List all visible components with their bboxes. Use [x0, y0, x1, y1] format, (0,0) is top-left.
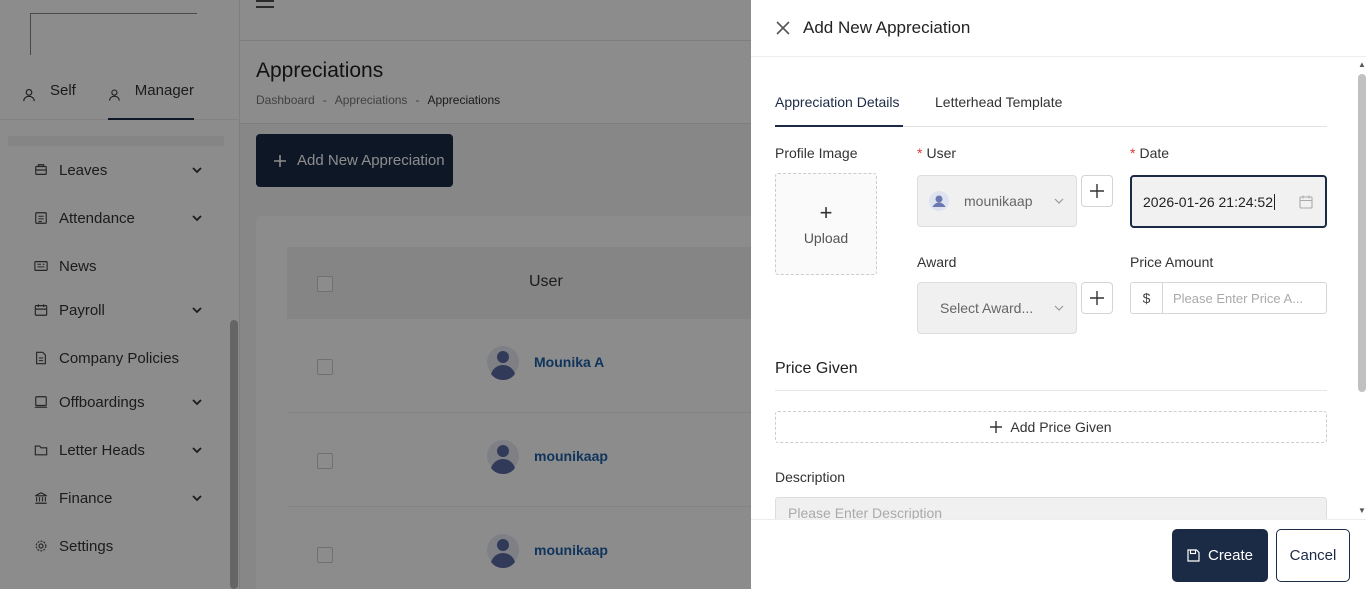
upload-label: Upload [803, 230, 849, 246]
user-avatar-icon [929, 191, 949, 211]
drawer-tabs: Appreciation Details Letterhead Template [775, 94, 1327, 127]
tab-appreciation-details[interactable]: Appreciation Details [775, 94, 903, 127]
award-select-placeholder: Select Award... [940, 300, 1034, 316]
profile-image-label: Profile Image [775, 145, 858, 161]
price-amount-label: Price Amount [1130, 254, 1214, 270]
drawer-title: Add New Appreciation [803, 18, 971, 37]
cancel-button[interactable]: Cancel [1276, 529, 1350, 582]
add-price-given-label: Add Price Given [1010, 419, 1112, 435]
drawer-footer: Create Cancel [751, 519, 1366, 589]
scroll-down-icon[interactable]: ▼ [1358, 506, 1366, 515]
date-input[interactable]: 2026-01-26 21:24:52 [1130, 175, 1327, 228]
add-award-button[interactable] [1081, 282, 1113, 314]
add-user-button[interactable] [1081, 175, 1113, 207]
modal-overlay[interactable] [0, 0, 751, 589]
scrollbar-thumb[interactable] [1358, 74, 1366, 392]
scroll-up-icon[interactable]: ▲ [1358, 60, 1366, 69]
add-appreciation-drawer: Add New Appreciation ▲ ▼ Appreciation De… [751, 0, 1366, 589]
award-label: Award [917, 254, 957, 270]
text-cursor [1274, 193, 1275, 210]
section-divider [775, 390, 1327, 391]
date-input-value: 2026-01-26 21:24:52 [1143, 193, 1273, 210]
user-label-text: User [926, 145, 957, 161]
drawer-header: Add New Appreciation [751, 0, 1366, 57]
plus-icon [1090, 291, 1104, 305]
calendar-icon[interactable] [1299, 195, 1313, 209]
plus-icon [1090, 184, 1104, 198]
create-button[interactable]: Create [1172, 529, 1268, 582]
drawer-scrollbar[interactable]: ▲ ▼ [1356, 60, 1366, 518]
price-amount-input[interactable]: $ Please Enter Price A... [1130, 282, 1327, 314]
save-icon [1187, 549, 1200, 562]
award-select[interactable]: Select Award... [917, 282, 1077, 334]
date-label-text: Date [1139, 145, 1170, 161]
user-label: * User [917, 145, 956, 161]
date-label: * Date [1130, 145, 1169, 161]
description-label: Description [775, 469, 846, 485]
tab-letterhead-template[interactable]: Letterhead Template [935, 94, 1062, 127]
close-icon[interactable] [775, 20, 791, 36]
user-select[interactable]: mounikaap [917, 175, 1077, 227]
required-marker: * [917, 145, 923, 161]
create-button-label: Create [1207, 547, 1254, 564]
user-select-value: mounikaap [964, 193, 1033, 209]
price-given-title: Price Given [775, 360, 858, 377]
plus-icon [990, 421, 1003, 433]
chevron-down-icon [1054, 305, 1064, 311]
required-marker: * [1130, 145, 1136, 161]
add-price-given-button[interactable]: Add Price Given [775, 411, 1327, 443]
chevron-down-icon [1054, 198, 1064, 204]
plus-icon: + [819, 200, 833, 225]
currency-symbol: $ [1131, 283, 1163, 313]
price-amount-placeholder: Please Enter Price A... [1173, 290, 1304, 306]
upload-button[interactable]: + Upload [775, 173, 877, 275]
